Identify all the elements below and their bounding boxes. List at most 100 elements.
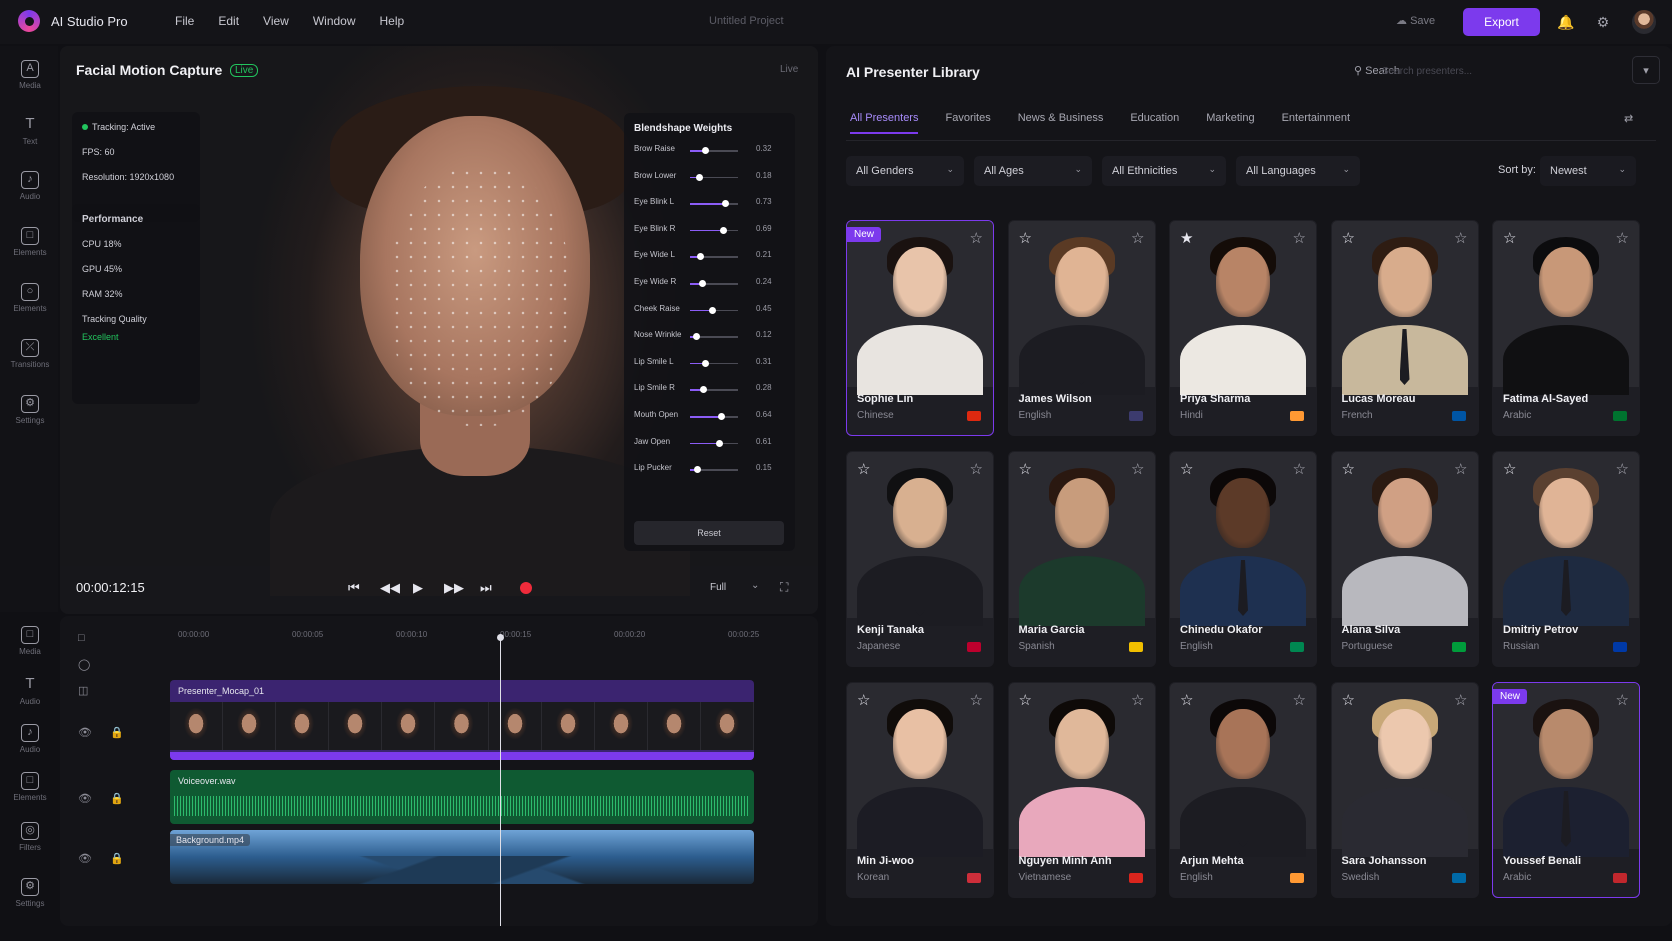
bell-icon[interactable]: 🔔 <box>1556 12 1576 32</box>
favorite-star-icon[interactable]: ☆ <box>1131 691 1144 709</box>
favorite-star-icon[interactable]: ☆ <box>1454 691 1467 709</box>
rail-item-elements-lower[interactable]: □ Elements <box>0 772 60 802</box>
lock-icon[interactable]: 🔒 <box>110 792 124 805</box>
slider-knob[interactable] <box>722 200 730 208</box>
slider-knob[interactable] <box>697 253 705 261</box>
presenter-card[interactable]: ☆ ☆ Fatima Al-Sayed Arabic <box>1492 220 1640 436</box>
star-icon[interactable]: ☆ <box>1019 229 1032 247</box>
presenter-card[interactable]: ☆ ☆ Nguyen Minh Anh Vietnamese <box>1007 682 1156 898</box>
rail-item-media[interactable]: A Media <box>0 60 60 90</box>
blendshape-slider[interactable] <box>690 413 738 420</box>
slider-knob[interactable] <box>694 466 702 474</box>
blendshape-slider[interactable] <box>690 306 738 314</box>
record-button[interactable] <box>520 582 532 594</box>
menu-file[interactable]: File <box>175 14 194 28</box>
ethnicity-filter[interactable]: All Ethnicities ⌄ <box>1102 156 1226 186</box>
blendshape-slider[interactable] <box>690 147 738 154</box>
tab-entertainment[interactable]: Entertainment <box>1282 112 1350 134</box>
rail-item-filters[interactable]: ◎ Filters <box>0 822 60 852</box>
blendshape-slider[interactable] <box>690 200 738 208</box>
timeline-folder-icon[interactable]: ◫ <box>78 684 88 697</box>
presenter-card[interactable]: New ☆ Youssef Benali Arabic <box>1492 682 1640 898</box>
view-mode-select[interactable]: Full <box>710 582 726 593</box>
avatar[interactable] <box>1632 10 1656 34</box>
rail-item-audio[interactable]: ♪ Audio <box>0 171 60 201</box>
slider-knob[interactable] <box>717 413 725 420</box>
favorite-star-icon[interactable]: ☆ <box>970 229 983 247</box>
presenter-card[interactable]: ☆ ☆ Arjun Mehta English <box>1169 682 1317 898</box>
blendshape-slider[interactable] <box>690 359 738 367</box>
menu-edit[interactable]: Edit <box>218 14 239 28</box>
tab-education[interactable]: Education <box>1130 112 1179 134</box>
tab-marketing[interactable]: Marketing <box>1206 112 1254 134</box>
save-button[interactable]: ☁ Save <box>1396 14 1435 27</box>
voiceover-track-clip[interactable]: Voiceover.wav <box>170 770 754 824</box>
favorite-star-icon[interactable]: ☆ <box>1131 460 1144 478</box>
menu-help[interactable]: Help <box>380 14 405 28</box>
lock-icon[interactable]: 🔒 <box>110 852 124 865</box>
presenter-card[interactable]: ☆ ☆ Min Ji-woo Korean <box>846 682 994 898</box>
project-title[interactable]: Untitled Project <box>709 15 784 27</box>
star-icon[interactable]: ☆ <box>1503 460 1516 478</box>
presenter-card[interactable]: ☆ ☆ Lucas Moreau French <box>1330 220 1479 436</box>
rail-item-media-lower[interactable]: □ Media <box>0 626 60 656</box>
age-filter[interactable]: All Ages ⌄ <box>974 156 1092 186</box>
favorite-star-icon[interactable]: ☆ <box>1454 229 1467 247</box>
blendshape-slider[interactable] <box>690 226 738 234</box>
star-icon[interactable]: ☆ <box>1180 691 1193 709</box>
refresh-icon[interactable]: ⇄ <box>1624 112 1633 125</box>
presenter-card[interactable]: ☆ ☆ Alana Silva Portuguese <box>1330 451 1479 667</box>
filter-icon[interactable]: ▾ <box>1632 56 1660 84</box>
tab-news-business[interactable]: News & Business <box>1018 112 1104 134</box>
favorite-star-icon[interactable]: ☆ <box>1454 460 1467 478</box>
rail-item-elements-2[interactable]: ○ Elements <box>0 283 60 313</box>
rail-item-audio-lower[interactable]: T Audio <box>0 676 60 706</box>
step-back-icon[interactable]: ◀◀ <box>380 580 400 596</box>
star-icon[interactable]: ☆ <box>1342 460 1355 478</box>
presenter-card[interactable]: New ☆ Sophie Lin Chinese <box>846 220 994 436</box>
rail-item-settings[interactable]: ⚙ Settings <box>0 395 60 425</box>
visibility-eye-icon[interactable]: 👁 <box>78 792 92 805</box>
star-icon[interactable]: ☆ <box>857 691 870 709</box>
background-track-clip[interactable]: Background.mp4 <box>170 830 754 884</box>
slider-knob[interactable] <box>708 306 716 314</box>
presenter-card[interactable]: ☆ ☆ Maria Garcia Spanish <box>1007 451 1156 667</box>
menu-window[interactable]: Window <box>313 14 356 28</box>
favorite-star-icon[interactable]: ☆ <box>970 460 983 478</box>
blendshape-slider[interactable] <box>690 439 738 447</box>
blendshape-slider[interactable] <box>690 386 738 394</box>
presenter-card[interactable]: ☆ ☆ Chinedu Okafor English <box>1169 451 1317 667</box>
blendshape-slider[interactable] <box>690 173 738 181</box>
rail-item-elements[interactable]: □ Elements <box>0 227 60 257</box>
blendshape-slider[interactable] <box>690 333 738 341</box>
skip-start-icon[interactable]: ⏮ <box>348 580 360 596</box>
blendshape-slider[interactable] <box>690 253 738 261</box>
gear-icon[interactable]: ⚙ <box>1593 12 1613 32</box>
visibility-eye-icon[interactable]: 👁 <box>78 726 92 739</box>
reset-button[interactable]: Reset <box>634 521 784 545</box>
skip-end-icon[interactable]: ⏭ <box>480 580 492 596</box>
tab-favorites[interactable]: Favorites <box>945 112 990 134</box>
slider-knob[interactable] <box>700 386 708 394</box>
favorite-star-icon[interactable]: ☆ <box>1616 691 1629 709</box>
lock-icon[interactable]: 🔒 <box>110 726 124 739</box>
export-button[interactable]: Export <box>1463 8 1540 36</box>
gender-filter[interactable]: All Genders ⌄ <box>846 156 964 186</box>
slider-knob[interactable] <box>702 147 710 154</box>
fullscreen-icon[interactable]: ⛶ <box>780 580 788 595</box>
star-icon[interactable]: ☆ <box>1503 229 1516 247</box>
presenter-card[interactable]: ☆ ☆ Dmitriy Petrov Russian <box>1492 451 1640 667</box>
blendshape-slider[interactable] <box>690 280 738 287</box>
presenter-card[interactable]: ☆ ☆ Kenji Tanaka Japanese <box>846 451 994 667</box>
slider-knob[interactable] <box>695 173 703 181</box>
timeline-camera-icon[interactable]: ◯ <box>78 658 90 671</box>
rail-item-transitions[interactable]: ⤫ Transitions <box>0 339 60 369</box>
step-forward-icon[interactable]: ▶▶ <box>444 580 464 596</box>
slider-knob[interactable] <box>692 333 700 341</box>
star-filled-icon[interactable]: ★ <box>1180 229 1193 247</box>
star-icon[interactable]: ☆ <box>1019 691 1032 709</box>
menu-view[interactable]: View <box>263 14 289 28</box>
presenter-track-clip[interactable]: Presenter_Mocap_01 <box>170 680 754 760</box>
timeline-add-icon[interactable]: □ <box>78 632 85 644</box>
slider-knob[interactable] <box>698 280 706 287</box>
